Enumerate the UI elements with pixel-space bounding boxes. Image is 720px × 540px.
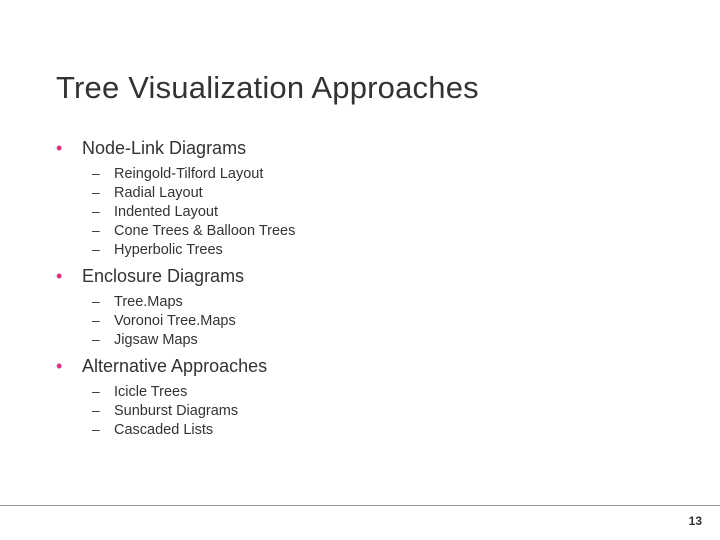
- sublist-2: –Icicle Trees –Sunburst Diagrams –Cascad…: [92, 383, 664, 438]
- bullet-dot-icon: •: [56, 267, 82, 285]
- list-item: –Cascaded Lists: [92, 421, 664, 438]
- item-text: Jigsaw Maps: [114, 332, 198, 348]
- sublist-0: –Reingold-Tilford Layout –Radial Layout …: [92, 165, 664, 258]
- sublist-1: –Tree.Maps –Voronoi Tree.Maps –Jigsaw Ma…: [92, 293, 664, 348]
- item-text: Sunburst Diagrams: [114, 403, 238, 419]
- bullet-dot-icon: •: [56, 139, 82, 157]
- list-item: –Tree.Maps: [92, 293, 664, 310]
- list-item: –Hyperbolic Trees: [92, 241, 664, 258]
- item-text: Tree.Maps: [114, 294, 183, 310]
- bullet-section-1: • Enclosure Diagrams: [56, 266, 664, 287]
- list-item: –Sunburst Diagrams: [92, 402, 664, 419]
- dash-icon: –: [92, 383, 114, 399]
- slide-title: Tree Visualization Approaches: [56, 70, 664, 106]
- item-text: Voronoi Tree.Maps: [114, 313, 236, 329]
- page-number: 13: [689, 514, 702, 528]
- dash-icon: –: [92, 331, 114, 347]
- bullet-section-0: • Node-Link Diagrams: [56, 138, 664, 159]
- list-item: –Jigsaw Maps: [92, 331, 664, 348]
- section-label: Node-Link Diagrams: [82, 138, 246, 159]
- dash-icon: –: [92, 293, 114, 309]
- item-text: Icicle Trees: [114, 384, 187, 400]
- list-item: –Radial Layout: [92, 184, 664, 201]
- dash-icon: –: [92, 421, 114, 437]
- item-text: Reingold-Tilford Layout: [114, 166, 263, 182]
- list-item: –Reingold-Tilford Layout: [92, 165, 664, 182]
- list-item: –Voronoi Tree.Maps: [92, 312, 664, 329]
- dash-icon: –: [92, 203, 114, 219]
- dash-icon: –: [92, 222, 114, 238]
- slide-content: Tree Visualization Approaches • Node-Lin…: [0, 0, 720, 466]
- item-text: Hyperbolic Trees: [114, 242, 223, 258]
- dash-icon: –: [92, 165, 114, 181]
- dash-icon: –: [92, 184, 114, 200]
- list-item: –Indented Layout: [92, 203, 664, 220]
- section-label: Enclosure Diagrams: [82, 266, 244, 287]
- item-text: Radial Layout: [114, 185, 203, 201]
- bullet-dot-icon: •: [56, 357, 82, 375]
- list-item: –Cone Trees & Balloon Trees: [92, 222, 664, 239]
- dash-icon: –: [92, 402, 114, 418]
- dash-icon: –: [92, 241, 114, 257]
- section-label: Alternative Approaches: [82, 356, 267, 377]
- item-text: Indented Layout: [114, 204, 218, 220]
- bullet-section-2: • Alternative Approaches: [56, 356, 664, 377]
- item-text: Cascaded Lists: [114, 422, 213, 438]
- dash-icon: –: [92, 312, 114, 328]
- item-text: Cone Trees & Balloon Trees: [114, 223, 295, 239]
- footer-divider: [0, 505, 720, 506]
- list-item: –Icicle Trees: [92, 383, 664, 400]
